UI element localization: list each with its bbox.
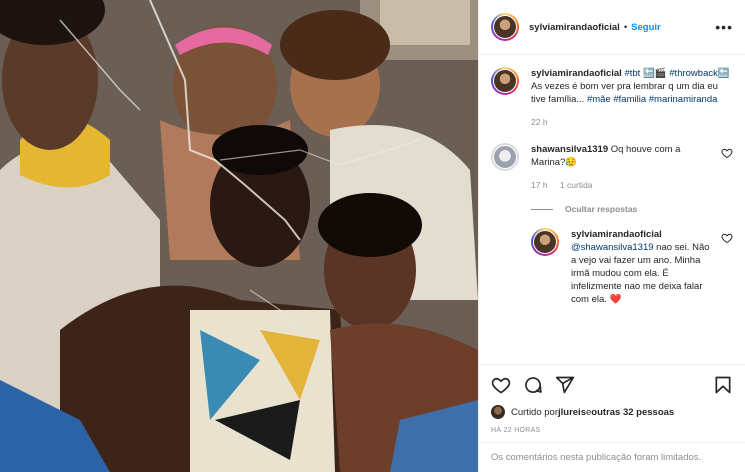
liker-username[interactable]: jlureis (558, 407, 586, 418)
hashtag-mae[interactable]: #mãe (587, 94, 611, 105)
instagram-post: sylviamirandaoficial • Seguir ••• sylvia… (0, 0, 745, 472)
comment-heart-icon[interactable] (721, 147, 733, 159)
action-icons (491, 373, 733, 397)
reply-body: sylviamirandaoficial @shawansilva1319 na… (571, 228, 713, 306)
caption-username[interactable]: sylviamirandaoficial (531, 68, 622, 79)
comment: shawansilva1319 Oq houve com a Marina?😥 … (491, 143, 733, 192)
comment-time[interactable]: 17 h (531, 180, 548, 190)
post-timestamp[interactable]: HÁ 22 HORAS (491, 427, 733, 442)
caption: sylviamirandaoficial #tbt 🔙🎬 #throwback🔙… (491, 67, 733, 129)
commenter-avatar[interactable] (491, 143, 519, 171)
comment-body: shawansilva1319 Oq houve com a Marina?😥 … (531, 143, 713, 192)
reply: sylviamirandaoficial @shawansilva1319 na… (531, 228, 733, 306)
likes-prefix: Curtido por (511, 406, 558, 418)
comment-likes[interactable]: 1 curtida (560, 180, 593, 190)
author-avatar[interactable] (491, 13, 519, 41)
hide-replies-toggle[interactable]: Ocultar respostas (531, 204, 733, 214)
comment-meta: 17 h 1 curtida (531, 179, 713, 192)
reply-mention[interactable]: @shawansilva1319 (571, 242, 654, 253)
commenter-username[interactable]: shawansilva1319 (531, 144, 608, 155)
family-photo-illustration (0, 0, 478, 472)
heart-icon[interactable] (491, 375, 511, 395)
likes-summary: Curtido por jlureis e outras 32 pessoas (491, 405, 733, 419)
separator-dot: • (623, 21, 628, 33)
action-bar: Curtido por jlureis e outras 32 pessoas … (479, 364, 745, 442)
likes-others[interactable]: outras 32 pessoas (591, 407, 674, 418)
caption-avatar[interactable] (491, 67, 519, 95)
liker-avatar[interactable] (491, 405, 505, 419)
follow-button[interactable]: Seguir (631, 22, 661, 33)
reply-username[interactable]: sylviamirandaoficial (571, 229, 662, 240)
comments-limited-notice: Os comentários nesta publicação foram li… (479, 442, 745, 472)
comments-section: sylviamirandaoficial #tbt 🔙🎬 #throwback🔙… (479, 55, 745, 364)
hide-replies-line (531, 208, 553, 210)
comment-icon[interactable] (523, 375, 543, 395)
reply-avatar[interactable] (531, 228, 559, 256)
caption-meta: 22 h (531, 116, 733, 129)
side-panel: sylviamirandaoficial • Seguir ••• sylvia… (478, 0, 745, 472)
caption-body: sylviamirandaoficial #tbt 🔙🎬 #throwback🔙… (531, 67, 733, 129)
hide-replies-label[interactable]: Ocultar respostas (565, 204, 637, 214)
more-options-icon[interactable]: ••• (715, 19, 733, 35)
hashtag-tbt[interactable]: #tbt (624, 68, 640, 79)
post-photo[interactable] (0, 0, 478, 472)
reply-heart-icon[interactable] (721, 232, 733, 244)
hashtag-throwback[interactable]: #throwback (669, 68, 718, 79)
author-username[interactable]: sylviamirandaoficial (529, 22, 620, 33)
caption-time[interactable]: 22 h (531, 117, 548, 127)
post-header: sylviamirandaoficial • Seguir ••• (479, 0, 745, 55)
reply-heart-emoji: ❤️ (609, 294, 622, 305)
caption-emoji: 🔙🎬 (640, 68, 670, 79)
hashtag-familia[interactable]: #familia (613, 94, 646, 105)
share-icon[interactable] (555, 375, 575, 395)
comment-emoji: 😥 (565, 157, 578, 168)
hashtag-marinamiranda[interactable]: #marinamiranda (649, 94, 718, 105)
bookmark-icon[interactable] (713, 375, 733, 395)
